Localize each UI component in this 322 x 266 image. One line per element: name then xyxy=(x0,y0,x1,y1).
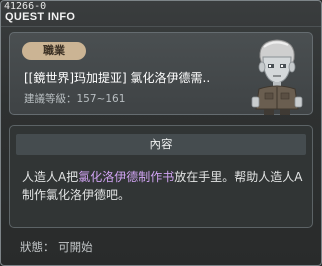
npc-portrait xyxy=(251,39,303,115)
recommended-level: 建議等級：157~161 xyxy=(24,93,126,105)
quest-summary-panel: 職業 [[鏡世界]玛加提亚] 氯化洛伊德需.. 建議等級：157~161 xyxy=(9,32,313,115)
quest-status: 狀態： 可開始 xyxy=(20,240,93,254)
desc-text-prefix: 人造人A把 xyxy=(22,170,79,184)
job-badge: 職業 xyxy=(22,42,86,60)
quest-item-highlight: 氯化洛伊德制作书 xyxy=(78,170,175,184)
quest-name: [[鏡世界]玛加提亚] 氯化洛伊德需.. xyxy=(24,71,211,85)
quest-content-panel: 內容 人造人A把氯化洛伊德制作书放在手里。帮助人造人A制作氯化洛伊德吧。 xyxy=(9,125,313,228)
quest-description: 人造人A把氯化洛伊德制作书放在手里。帮助人造人A制作氯化洛伊德吧。 xyxy=(22,168,306,204)
title-divider xyxy=(1,26,321,27)
content-header: 內容 xyxy=(16,134,306,155)
window-title: QUEST INFO xyxy=(5,11,76,23)
quest-info-window: 41266-0 QUEST INFO 職業 [[鏡世界]玛加提亚] 氯化洛伊德需… xyxy=(0,0,322,266)
